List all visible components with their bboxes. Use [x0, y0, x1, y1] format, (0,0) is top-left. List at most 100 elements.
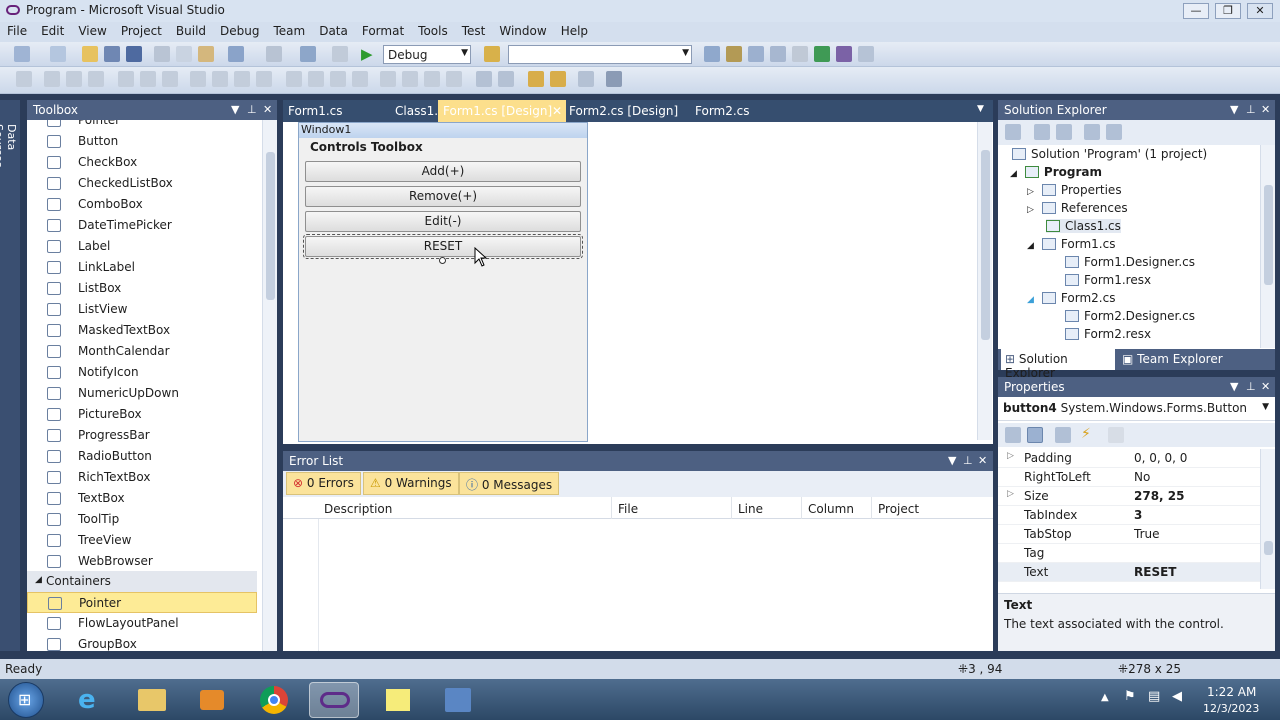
errors-filter-button[interactable]: ⊗ 0 Errors: [286, 472, 361, 495]
toolbox-item[interactable]: WebBrowser: [27, 551, 257, 572]
toolbox-item[interactable]: RadioButton: [27, 446, 257, 467]
close-icon[interactable]: ✕: [263, 103, 272, 116]
toolbox-item[interactable]: FlowLayoutPanel: [27, 613, 257, 634]
menu-window[interactable]: Window: [492, 22, 553, 38]
copy-icon[interactable]: [176, 46, 192, 62]
solution-explorer-tab[interactable]: ⊞ Solution Explorer: [1001, 349, 1115, 380]
form-window1[interactable]: Window1 Controls Toolbox Add(+) Remove(+…: [298, 122, 588, 442]
collapse-arrow-icon[interactable]: ▷: [1027, 187, 1034, 197]
find-in-files-icon[interactable]: [484, 46, 500, 62]
menu-build[interactable]: Build: [169, 22, 213, 38]
remove-vertical-spacing-icon[interactable]: [446, 71, 462, 87]
tab-form1-cs[interactable]: Form1.cs: [288, 104, 343, 118]
size-to-grid-icon[interactable]: [212, 71, 228, 87]
add-button[interactable]: Add(+): [305, 161, 581, 182]
network-app-taskbar-button[interactable]: [432, 682, 482, 718]
properties-window-icon[interactable]: [726, 46, 742, 62]
toolbox-item[interactable]: NotifyIcon: [27, 362, 257, 383]
toolbox-item[interactable]: RichTextBox: [27, 467, 257, 488]
vertical-spacing-icon[interactable]: [380, 71, 396, 87]
column-file[interactable]: File: [618, 502, 638, 516]
menu-test[interactable]: Test: [455, 22, 493, 38]
property-row[interactable]: TabIndex 3: [998, 506, 1260, 525]
toolbox-item[interactable]: Button: [27, 131, 257, 152]
align-to-grid-icon[interactable]: [16, 71, 32, 87]
taskbar-date[interactable]: 12/3/2023: [1203, 702, 1259, 715]
tree-form2-cs[interactable]: ◢ Form2.cs: [1027, 291, 1115, 305]
menu-project[interactable]: Project: [114, 22, 169, 38]
make-same-height-icon[interactable]: [234, 71, 250, 87]
toolbox-item[interactable]: LinkLabel: [27, 257, 257, 278]
align-rights-icon[interactable]: [88, 71, 104, 87]
scrollbar-thumb[interactable]: [266, 152, 275, 300]
tree-class1-cs[interactable]: Class1.cs: [1046, 219, 1121, 233]
network-status-icon[interactable]: ▤: [1148, 689, 1160, 704]
volume-muted-icon[interactable]: ◀: [1172, 689, 1182, 704]
view-designer-icon[interactable]: [1106, 124, 1122, 140]
resize-handle[interactable]: [439, 257, 446, 264]
expand-arrow-icon[interactable]: ◢: [1027, 241, 1034, 251]
toolbox-item[interactable]: Label: [27, 236, 257, 257]
toolbox-item[interactable]: DateTimePicker: [27, 215, 257, 236]
tab-form2-cs[interactable]: Form2.cs: [695, 104, 750, 118]
make-same-size-icon[interactable]: [256, 71, 272, 87]
window-position-icon[interactable]: ▼: [948, 454, 956, 467]
tree-project[interactable]: ◢ Program: [1010, 165, 1102, 179]
close-button[interactable]: ✕: [1247, 3, 1273, 19]
other-windows-icon[interactable]: [858, 46, 874, 62]
command-window-icon[interactable]: [836, 46, 852, 62]
toolbox-item[interactable]: ListBox: [27, 278, 257, 299]
toolbox-item[interactable]: CheckBox: [27, 152, 257, 173]
properties-object-selector[interactable]: button4 System.Windows.Forms.Button ▼: [998, 397, 1275, 421]
expand-arrow-icon[interactable]: ◢: [1027, 295, 1034, 305]
solution-explorer-icon[interactable]: [704, 46, 720, 62]
toolbox-item[interactable]: PictureBox: [27, 404, 257, 425]
toolbox-item[interactable]: ListView: [27, 299, 257, 320]
properties-scrollbar[interactable]: [1260, 449, 1275, 589]
layout-options-icon[interactable]: [606, 71, 622, 87]
tree-form1-cs[interactable]: ◢ Form1.cs: [1027, 237, 1115, 251]
menu-format[interactable]: Format: [355, 22, 411, 38]
menu-data[interactable]: Data: [312, 22, 355, 38]
tab-form1-design[interactable]: Form1.cs [Design] ✕: [438, 100, 566, 122]
property-pages-icon[interactable]: [1108, 427, 1124, 443]
toolbox-item[interactable]: MonthCalendar: [27, 341, 257, 362]
tree-form1-resx[interactable]: Form1.resx: [1065, 273, 1151, 287]
column-line[interactable]: Line: [738, 502, 763, 516]
scrollbar-thumb[interactable]: [1264, 541, 1273, 555]
menu-file[interactable]: File: [0, 22, 34, 38]
column-description[interactable]: Description: [324, 502, 392, 516]
close-icon[interactable]: ✕: [1261, 103, 1270, 116]
scrollbar-thumb[interactable]: [1264, 185, 1273, 285]
properties-view-icon[interactable]: [1055, 427, 1071, 443]
toolbox-item[interactable]: TextBox: [27, 488, 257, 509]
bring-to-front-icon[interactable]: [528, 71, 544, 87]
toolbox-icon[interactable]: [770, 46, 786, 62]
align-centers-icon[interactable]: [66, 71, 82, 87]
expand-arrow-icon[interactable]: ◢: [35, 575, 42, 585]
decrease-horizontal-spacing-icon[interactable]: [330, 71, 346, 87]
expand-arrow-icon[interactable]: ▷: [1007, 489, 1014, 499]
tab-form2-design[interactable]: Form2.cs [Design]: [569, 104, 678, 118]
object-browser-icon[interactable]: [748, 46, 764, 62]
solution-scrollbar[interactable]: [1260, 145, 1275, 348]
show-all-files-icon[interactable]: [1034, 124, 1050, 140]
cut-icon[interactable]: [154, 46, 170, 62]
menu-team[interactable]: Team: [266, 22, 312, 38]
find-combo[interactable]: ▼: [508, 45, 692, 64]
close-tab-icon[interactable]: ✕: [552, 104, 562, 118]
start-page-icon[interactable]: [814, 46, 830, 62]
property-row[interactable]: RightToLeft No: [998, 468, 1260, 487]
tree-form2-designer-cs[interactable]: Form2.Designer.cs: [1065, 309, 1195, 323]
tree-solution[interactable]: Solution 'Program' (1 project): [1012, 147, 1207, 161]
tree-form2-resx[interactable]: Form2.resx: [1065, 327, 1151, 341]
designer-scrollbar[interactable]: [977, 122, 992, 440]
restore-button[interactable]: ❐: [1215, 3, 1241, 19]
navigate-backward-icon[interactable]: [300, 46, 316, 62]
new-project-icon[interactable]: [14, 46, 30, 62]
property-row-selected[interactable]: Text RESET: [998, 563, 1260, 582]
menu-help[interactable]: Help: [554, 22, 595, 38]
toolbox-item[interactable]: GroupBox: [27, 634, 257, 651]
center-horizontally-icon[interactable]: [476, 71, 492, 87]
reset-button[interactable]: RESET: [303, 234, 583, 259]
